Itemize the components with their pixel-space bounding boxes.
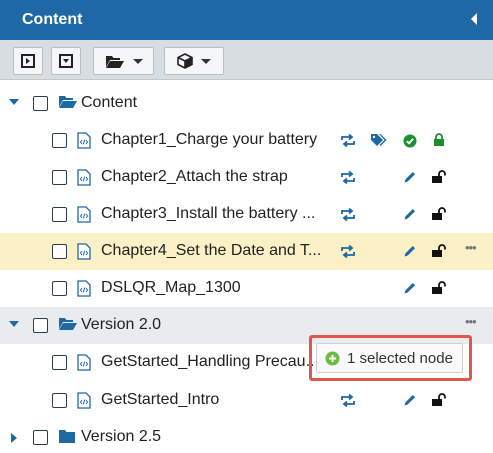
folder-menu-button[interactable]: [93, 47, 154, 75]
row-checkbox[interactable]: [52, 207, 67, 222]
panel-header: Content: [0, 0, 493, 40]
code-file-icon: [77, 392, 91, 409]
tree-row-label: Version 2.5: [81, 428, 162, 445]
tree-row-label: DSLQR_Map_1300: [101, 279, 241, 296]
lock-open-icon[interactable]: [431, 281, 446, 295]
tree-row-dslqr-map[interactable]: DSLQR_Map_1300: [0, 270, 493, 307]
chevron-down-icon[interactable]: [9, 321, 19, 327]
tree-row-label: Content: [81, 94, 138, 111]
pencil-icon[interactable]: [403, 207, 417, 221]
code-file-icon: [77, 243, 91, 260]
folder-open-icon: [59, 318, 77, 330]
pencil-icon[interactable]: [403, 170, 417, 184]
package-menu-button[interactable]: [164, 47, 224, 75]
tree-row-getstarted-intro[interactable]: GetStarted_Intro: [0, 382, 493, 419]
more-options-icon[interactable]: •••: [465, 240, 477, 255]
folder-open-icon: [59, 96, 77, 108]
tree-row-label: Chapter1_Charge your battery: [101, 131, 318, 148]
sync-icon[interactable]: [340, 134, 356, 147]
folder-icon: [59, 430, 75, 443]
code-file-icon: [77, 132, 91, 149]
expand-down-square-icon: [59, 54, 73, 68]
toolbar: [0, 40, 493, 80]
tree-row-label: GetStarted_Handling Precau...: [101, 353, 319, 370]
row-checkbox[interactable]: [52, 133, 67, 148]
row-checkbox[interactable]: [33, 318, 48, 333]
tree-row-label: Chapter2_Attach the strap: [101, 168, 288, 185]
chevron-right-icon[interactable]: [11, 433, 17, 443]
tree-row-chapter4[interactable]: Chapter4_Set the Date and T... •••: [0, 233, 493, 270]
check-circle-icon: [403, 134, 417, 148]
chevron-down-icon: [132, 58, 143, 64]
tree-row-chapter3[interactable]: Chapter3_Install the battery ...: [0, 196, 493, 233]
code-file-icon: [77, 354, 91, 371]
tree-row-label: Chapter3_Install the battery ...: [101, 205, 316, 222]
tree-row-chapter1[interactable]: Chapter1_Charge your battery: [0, 122, 493, 159]
sync-icon[interactable]: [340, 394, 356, 407]
lock-open-icon[interactable]: [431, 244, 446, 258]
sync-icon[interactable]: [340, 171, 356, 184]
folder-open-icon: [105, 55, 124, 68]
row-checkbox[interactable]: [33, 430, 48, 445]
tags-icon[interactable]: [370, 133, 388, 147]
tree-row-label: Chapter4_Set the Date and T...: [101, 242, 322, 259]
sync-icon[interactable]: [340, 208, 356, 221]
lock-open-icon[interactable]: [431, 393, 446, 407]
lock-closed-icon[interactable]: [433, 133, 445, 147]
row-checkbox[interactable]: [33, 96, 48, 111]
callout-highlight-box: [309, 335, 472, 381]
row-checkbox[interactable]: [52, 170, 67, 185]
pencil-icon[interactable]: [403, 244, 417, 258]
pencil-icon[interactable]: [403, 281, 417, 295]
code-file-icon: [77, 280, 91, 297]
tree-row-version-2-5[interactable]: Version 2.5: [0, 419, 493, 453]
lock-open-icon[interactable]: [431, 207, 446, 221]
row-checkbox[interactable]: [52, 393, 67, 408]
tree-row-label: GetStarted_Intro: [101, 391, 220, 408]
more-options-icon[interactable]: •••: [465, 314, 477, 329]
tree-row-chapter2[interactable]: Chapter2_Attach the strap: [0, 159, 493, 196]
code-file-icon: [77, 169, 91, 186]
tree-row-content[interactable]: Content: [0, 85, 493, 122]
chevron-down-icon: [201, 58, 211, 64]
panel-title: Content: [22, 11, 83, 28]
collapse-all-button[interactable]: [51, 47, 81, 75]
sync-icon[interactable]: [340, 245, 356, 258]
lock-open-icon[interactable]: [431, 170, 446, 184]
row-checkbox[interactable]: [52, 244, 67, 259]
pencil-icon[interactable]: [403, 393, 417, 407]
expand-right-square-icon: [21, 54, 35, 68]
collapse-panel-icon[interactable]: [471, 13, 477, 25]
code-file-icon: [77, 206, 91, 223]
expand-all-button[interactable]: [13, 47, 43, 75]
row-checkbox[interactable]: [52, 355, 67, 370]
tree-row-label: Version 2.0: [81, 316, 162, 333]
cube-icon: [177, 53, 193, 69]
chevron-down-icon[interactable]: [9, 99, 19, 105]
row-checkbox[interactable]: [52, 281, 67, 296]
